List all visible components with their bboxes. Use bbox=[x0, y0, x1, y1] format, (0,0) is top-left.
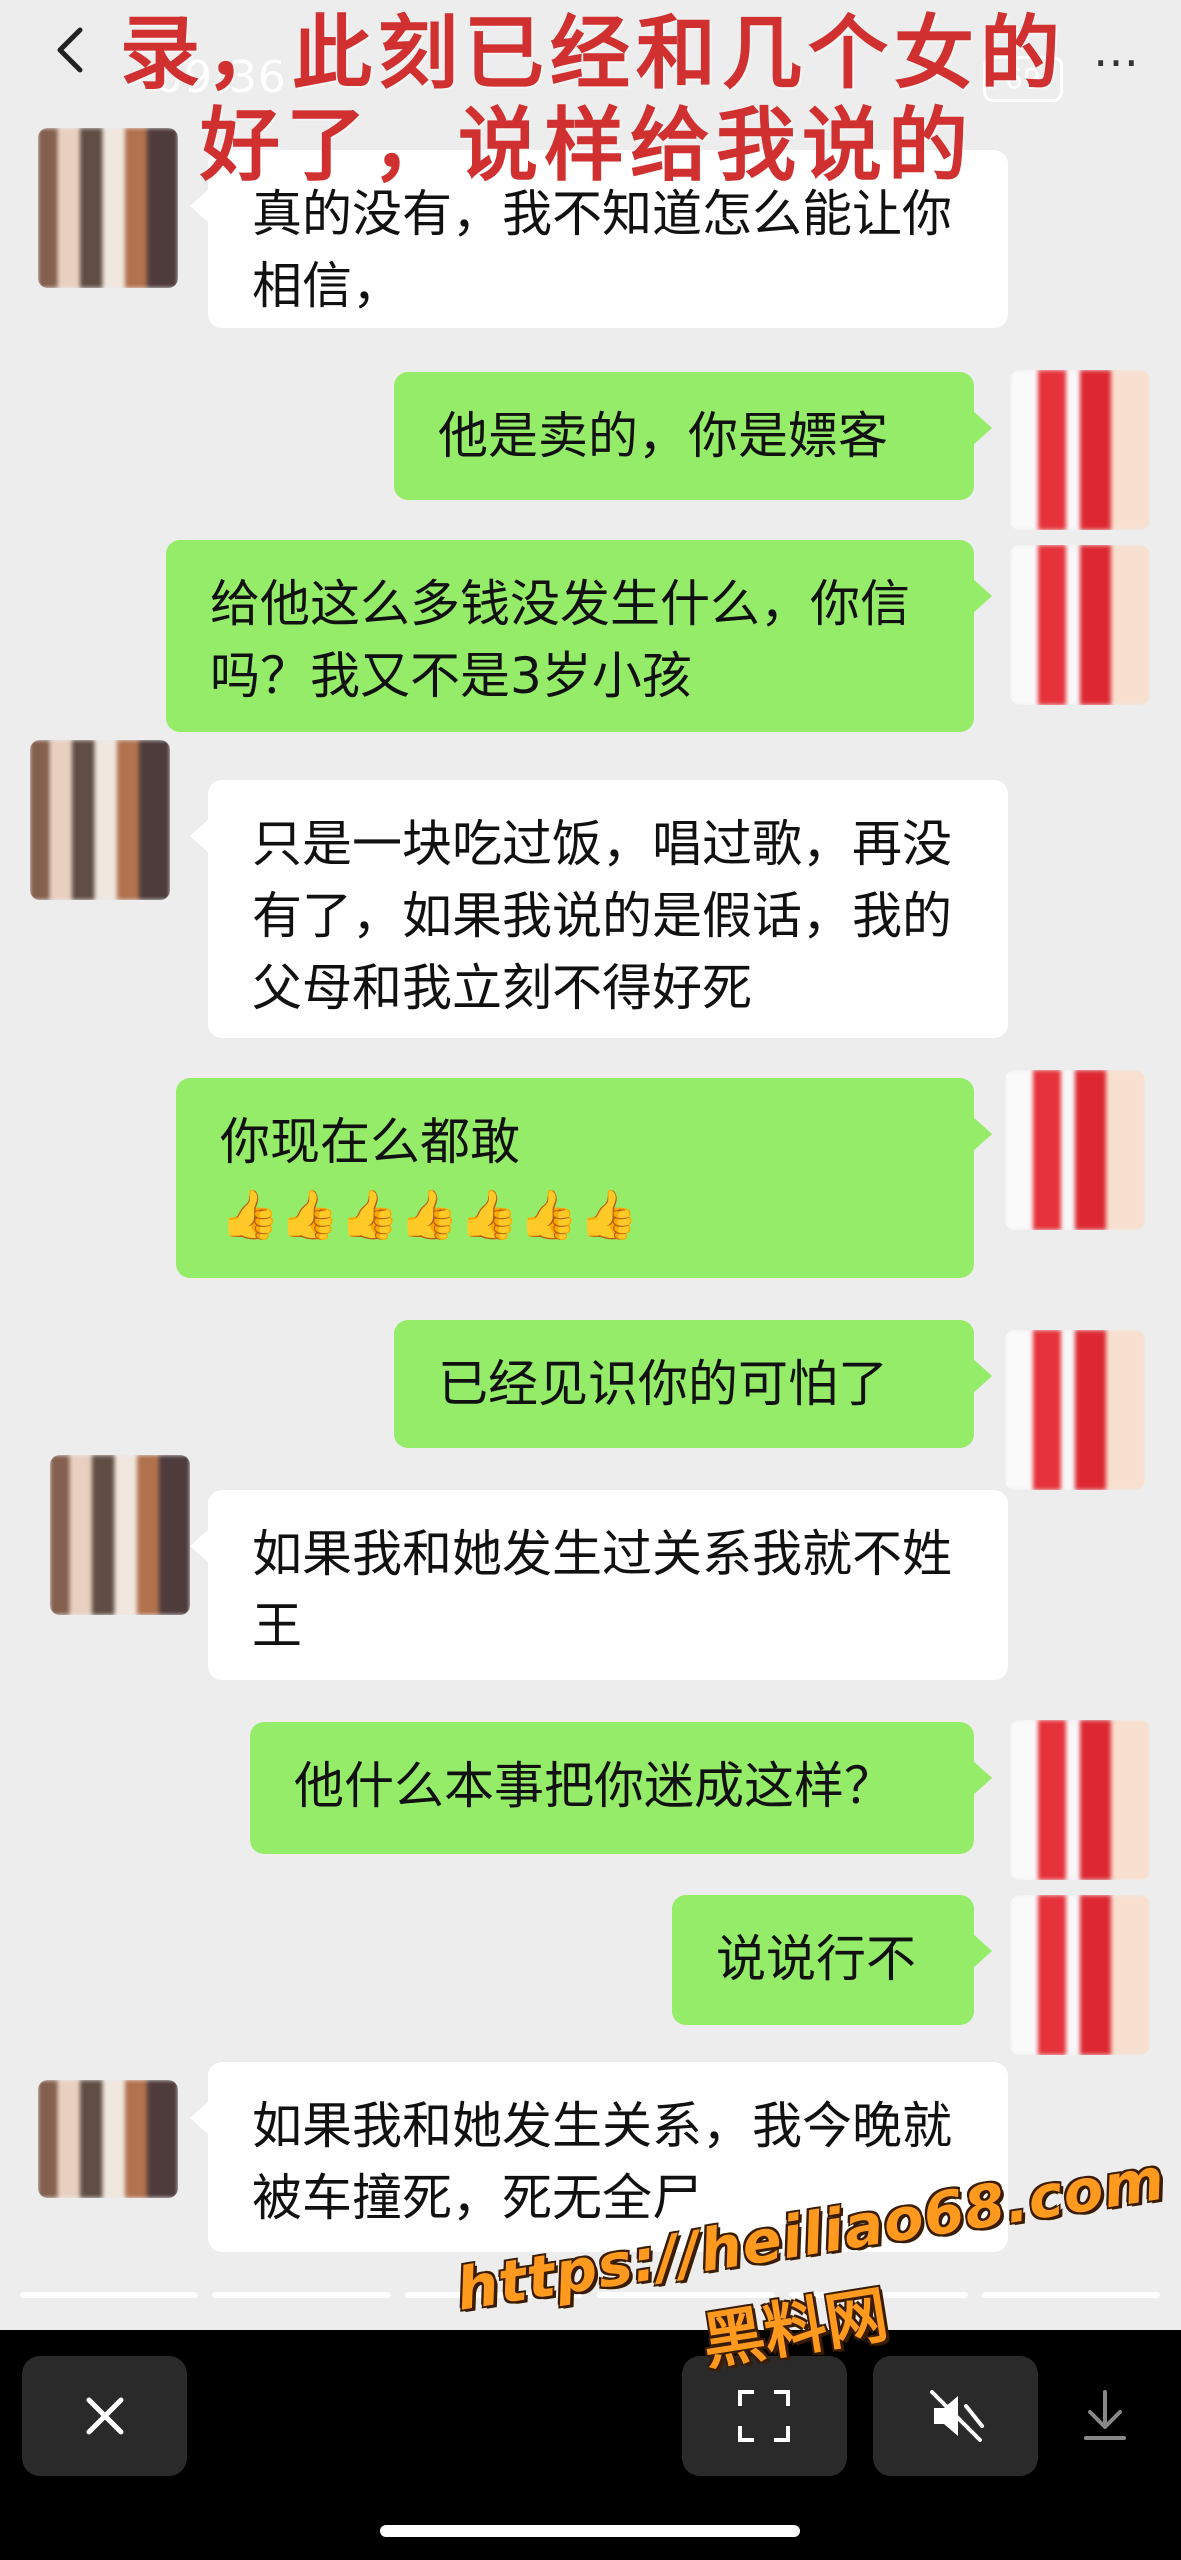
avatar[interactable] bbox=[1010, 1720, 1150, 1880]
message-bubble-incoming[interactable]: 只是一块吃过饭，唱过歌，再没有了，如果我说的是假话，我的父母和我立刻不得好死 bbox=[190, 780, 1008, 1038]
overlay-caption-line2: 好了，说样给我说的 bbox=[200, 99, 974, 192]
mute-button[interactable] bbox=[873, 2356, 1038, 2476]
message-text: 如果我和她发生过关系我就不姓王 bbox=[252, 1525, 952, 1655]
message-bubble-outgoing[interactable]: 你现在么都敢 👍👍👍👍👍👍👍 bbox=[176, 1078, 992, 1278]
message-text: 他是卖的，你是嫖客 bbox=[438, 407, 888, 465]
avatar[interactable] bbox=[1010, 370, 1150, 530]
avatar[interactable] bbox=[1005, 1070, 1145, 1230]
message-bubble-outgoing[interactable]: 给他这么多钱没发生什么，你信吗？我又不是3岁小孩 bbox=[166, 540, 992, 732]
progress-segment bbox=[981, 2292, 1160, 2298]
overlay-caption: 录，此刻已经和几个女的 好了，说样给我说的 bbox=[120, 8, 1100, 192]
message-text: 给他这么多钱没发生什么，你信吗？我又不是3岁小孩 bbox=[210, 575, 910, 705]
avatar[interactable] bbox=[1010, 1895, 1150, 2055]
message-text: 只是一块吃过饭，唱过歌，再没有了，如果我说的是假话，我的父母和我立刻不得好死 bbox=[252, 815, 952, 1017]
thumbs-up-icon: 👍👍👍👍👍👍👍 bbox=[220, 1187, 639, 1243]
chevron-left-icon bbox=[57, 27, 83, 73]
home-indicator bbox=[380, 2525, 800, 2537]
progress-segment bbox=[212, 2292, 391, 2298]
scan-button[interactable] bbox=[682, 2356, 847, 2476]
message-bubble-outgoing[interactable]: 他是卖的，你是嫖客 bbox=[394, 372, 992, 500]
avatar[interactable] bbox=[1005, 1330, 1145, 1490]
download-button[interactable] bbox=[1050, 2356, 1160, 2476]
progress-segment bbox=[20, 2292, 199, 2298]
message-text: 说说行不 bbox=[716, 1930, 916, 1988]
progress-segment bbox=[404, 2292, 583, 2298]
story-progress bbox=[20, 2292, 1160, 2300]
message-text: 已经见识你的可怕了 bbox=[438, 1355, 888, 1413]
close-button[interactable] bbox=[22, 2356, 187, 2476]
back-button[interactable] bbox=[40, 20, 100, 80]
close-icon bbox=[86, 2397, 123, 2435]
message-bubble-outgoing[interactable]: 他什么本事把你迷成这样？ bbox=[250, 1722, 992, 1854]
message-text: 真的没有，我不知道怎么能让你相信， bbox=[252, 185, 952, 315]
avatar[interactable] bbox=[38, 2080, 178, 2198]
progress-segment bbox=[789, 2292, 968, 2298]
avatar[interactable] bbox=[50, 1455, 190, 1615]
message-text: 你现在么都敢 bbox=[220, 1113, 520, 1171]
message-text: 如果我和她发生关系，我今晚就被车撞死，死无全尸 bbox=[252, 2097, 952, 2227]
overlay-caption-line1: 录，此刻已经和几个女的 bbox=[120, 7, 1066, 100]
chat-screen: 真的没有，我不知道怎么能让你相信， 他是卖的，你是嫖客 给他这么多钱没发生什么，… bbox=[0, 0, 1181, 2560]
status-and-title-bar: 09:36 69 … 录，此刻已经和几个女的 好了，说样给我说的 bbox=[0, 0, 1181, 192]
scan-icon bbox=[738, 2390, 790, 2442]
speaker-mute-icon bbox=[929, 2390, 984, 2442]
avatar[interactable] bbox=[1010, 545, 1150, 705]
download-icon bbox=[1084, 2390, 1126, 2440]
message-bubble-outgoing[interactable]: 已经见识你的可怕了 bbox=[394, 1320, 992, 1448]
message-bubble-incoming[interactable]: 如果我和她发生关系，我今晚就被车撞死，死无全尸 bbox=[190, 2062, 1008, 2252]
chat-message-list[interactable]: 真的没有，我不知道怎么能让你相信， 他是卖的，你是嫖客 给他这么多钱没发生什么，… bbox=[0, 0, 1181, 2290]
progress-segment bbox=[596, 2292, 776, 2298]
message-bubble-incoming[interactable]: 如果我和她发生过关系我就不姓王 bbox=[190, 1490, 1008, 1680]
message-text: 他什么本事把你迷成这样？ bbox=[294, 1757, 894, 1815]
avatar[interactable] bbox=[30, 740, 170, 900]
message-bubble-outgoing[interactable]: 说说行不 bbox=[672, 1895, 992, 2025]
